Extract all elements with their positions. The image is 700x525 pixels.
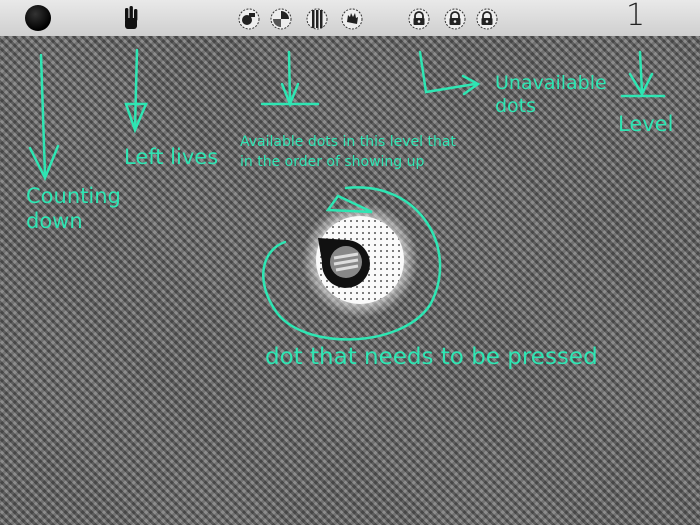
counting-down-label: Counting down xyxy=(26,184,121,233)
target-label: dot that needs to be pressed xyxy=(265,344,598,370)
stripe-dot-icon xyxy=(306,8,328,30)
left-lives-label: Left lives xyxy=(124,145,219,169)
level-label: Level xyxy=(618,112,674,136)
available-dots-label: Available dots in this level that in the… xyxy=(240,134,456,170)
pie-dot-icon xyxy=(270,8,292,30)
lock-dot-icon xyxy=(476,8,498,30)
hand-dot-icon xyxy=(341,8,363,30)
lock-dot-icon xyxy=(444,8,466,30)
countdown-dot-icon xyxy=(25,5,51,31)
level-number: 1 xyxy=(626,0,646,33)
unavailable-dots-label: Unavailable dots xyxy=(495,72,607,117)
lock-dot-icon xyxy=(408,8,430,30)
target-dot-button[interactable] xyxy=(300,200,420,320)
camera-dot-icon xyxy=(238,8,260,30)
hud-bar: 1 xyxy=(0,0,700,36)
lives-hand-icon xyxy=(125,6,138,29)
